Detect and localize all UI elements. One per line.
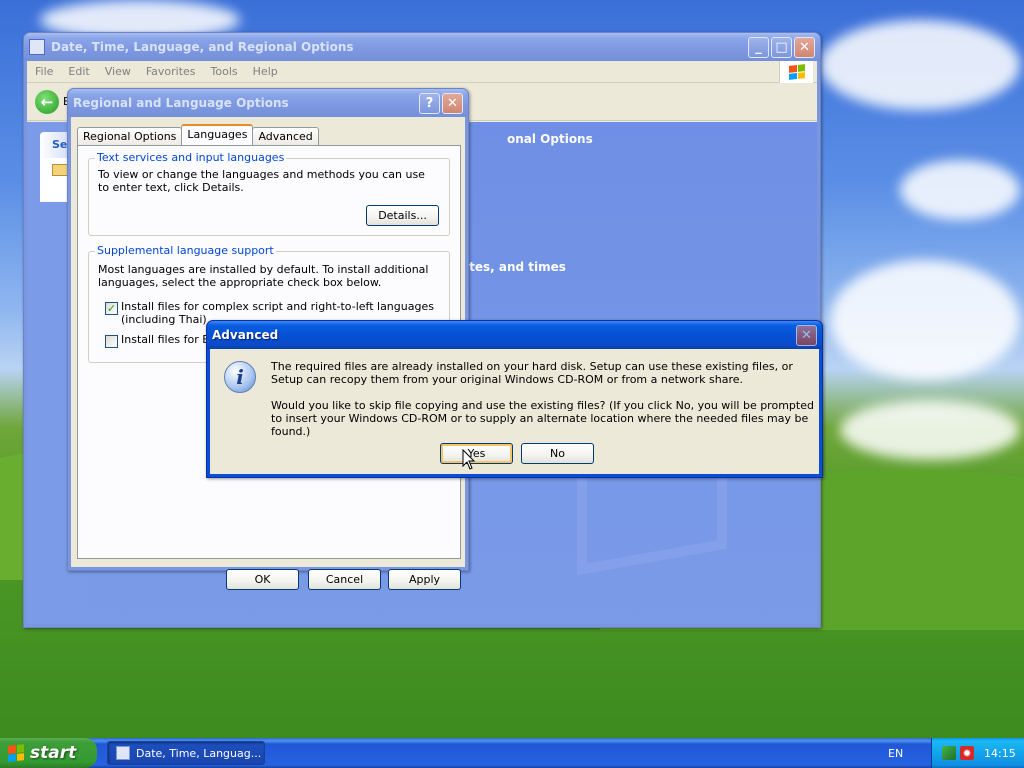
windows-logo-icon	[779, 61, 813, 83]
control-panel-window-icon	[29, 39, 45, 55]
text-services-group-title: Text services and input languages	[95, 151, 287, 164]
language-indicator[interactable]: EN	[888, 747, 903, 760]
folder-icon	[52, 164, 68, 176]
back-arrow-icon[interactable]: ←	[35, 89, 59, 114]
supplemental-group-title: Supplemental language support	[95, 244, 276, 257]
security-shield-icon[interactable]	[960, 746, 974, 760]
message-text-2: Would you like to skip file copying and …	[271, 399, 814, 438]
tab-regional-options[interactable]: Regional Options	[77, 127, 183, 145]
cloud	[900, 160, 1020, 220]
start-button[interactable]: start	[0, 738, 97, 768]
regional-dialog-title: Regional and Language Options	[73, 96, 289, 110]
advanced-message-dialog[interactable]: Advanced ✕ i The required files are alre…	[206, 320, 823, 478]
ok-button[interactable]: OK	[226, 569, 299, 590]
tab-advanced[interactable]: Advanced	[252, 127, 319, 145]
taskbar: start Date, Time, Languag...	[0, 738, 1024, 768]
cloud	[830, 260, 1020, 380]
supplemental-description: Most languages are installed by default.…	[98, 263, 429, 289]
text-services-description: To view or change the languages and meth…	[98, 168, 425, 194]
details-button[interactable]: Details...	[366, 205, 439, 226]
message-text-1: The required files are already installed…	[271, 360, 793, 386]
advanced-dialog-close-button[interactable]: ✕	[796, 324, 817, 346]
menu-favorites[interactable]: Favorites	[146, 65, 196, 78]
close-button[interactable]: ✕	[794, 36, 815, 58]
menu-tools[interactable]: Tools	[211, 65, 238, 78]
windows-flag-icon	[8, 744, 24, 762]
no-button[interactable]: No	[521, 443, 594, 464]
regional-dialog-close-button[interactable]: ✕	[442, 92, 463, 114]
start-label: start	[30, 743, 77, 763]
menu-bar: File Edit View Favorites Tools Help	[27, 61, 817, 83]
advanced-dialog-title: Advanced	[212, 328, 279, 342]
main-pane-header: onal Options	[507, 132, 593, 146]
cloud	[840, 400, 1020, 460]
taskbar-window-label: Date, Time, Languag...	[136, 746, 262, 760]
text-services-group: Text services and input languages To vie…	[88, 151, 450, 236]
cancel-button[interactable]: Cancel	[308, 569, 381, 590]
information-icon: i	[224, 361, 256, 393]
mouse-cursor-icon	[462, 449, 476, 470]
menu-file[interactable]: File	[35, 65, 53, 78]
yes-button[interactable]: Yes	[440, 443, 513, 464]
minimize-button[interactable]: _	[748, 36, 769, 58]
clock[interactable]: 14:15	[984, 747, 1016, 760]
menu-view[interactable]: View	[105, 65, 131, 78]
menu-edit[interactable]: Edit	[68, 65, 89, 78]
regional-dialog-titlebar[interactable]: Regional and Language Options ? ✕	[68, 89, 468, 117]
menu-help[interactable]: Help	[253, 65, 278, 78]
control-panel-task-icon	[116, 746, 130, 760]
control-panel-title: Date, Time, Language, and Regional Optio…	[51, 40, 354, 54]
advanced-dialog-titlebar[interactable]: Advanced ✕	[207, 321, 822, 349]
advanced-dialog-body: i The required files are already install…	[210, 349, 819, 474]
cloud	[820, 20, 1020, 110]
tab-strip: Regional Options Languages Advanced	[77, 124, 319, 145]
network-icon[interactable]	[942, 746, 956, 760]
tab-languages[interactable]: Languages	[181, 124, 254, 145]
control-panel-titlebar[interactable]: Date, Time, Language, and Regional Optio…	[24, 33, 820, 61]
system-tray: 14:15	[931, 738, 1024, 768]
east-asian-checkbox[interactable]	[105, 335, 118, 348]
help-button[interactable]: ?	[419, 92, 440, 114]
maximize-button[interactable]: □	[771, 36, 792, 58]
taskbar-window-button[interactable]: Date, Time, Languag...	[107, 741, 265, 765]
task-link[interactable]: ates, and times	[461, 260, 566, 274]
apply-button[interactable]: Apply	[388, 569, 461, 590]
complex-script-checkbox[interactable]: ✓	[105, 302, 118, 315]
